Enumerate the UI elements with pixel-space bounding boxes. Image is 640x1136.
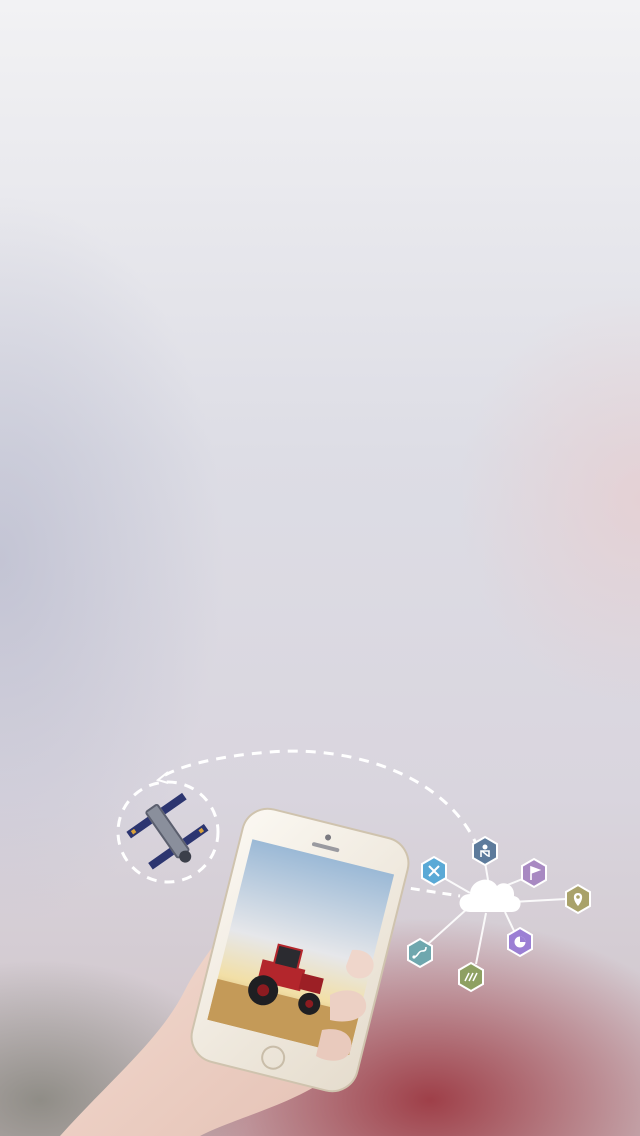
hex-route-icon (407, 937, 433, 969)
hex-location-pin-icon (565, 883, 591, 915)
phone-to-cloud-dashed-line (394, 884, 461, 898)
hex-seatbelt-icon (472, 835, 498, 867)
hex-field-icon (458, 961, 484, 993)
smartphone-icon (190, 807, 410, 1093)
hex-pie-chart-icon (507, 926, 533, 958)
uplink-arrow-icon (155, 771, 169, 784)
hex-flag-icon (521, 857, 547, 889)
hex-tools-icon (421, 855, 447, 887)
connectivity-illustration (60, 749, 591, 1136)
